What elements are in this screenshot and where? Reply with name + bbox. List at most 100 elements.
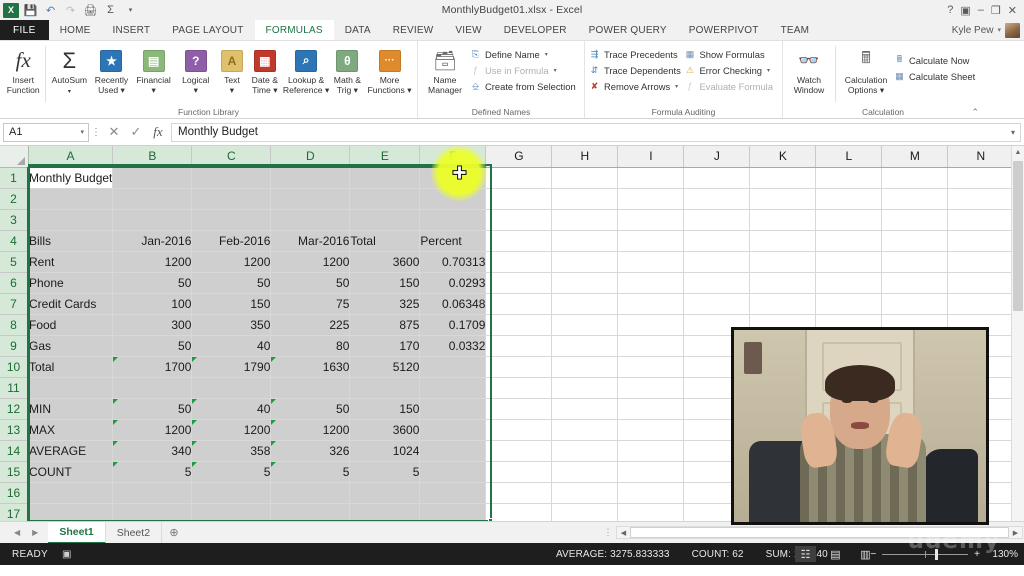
cell-A16[interactable] — [28, 482, 114, 504]
stat-count[interactable]: COUNT: 62 — [692, 549, 744, 560]
cell-B10[interactable]: 1700 — [112, 356, 193, 378]
cell-I7[interactable] — [617, 293, 685, 315]
cell-D6[interactable]: 50 — [270, 272, 351, 294]
cell-G16[interactable] — [485, 482, 553, 504]
remove-arrows-caret-icon[interactable]: ▾ — [675, 83, 678, 90]
calculation-options-button[interactable]: 🖩 Calculation Options ▾ — [839, 44, 893, 95]
cell-C5[interactable]: 1200 — [191, 251, 272, 273]
cell-F2[interactable] — [419, 188, 487, 210]
calculate-now-button[interactable]: 🖩 Calculate Now — [893, 52, 975, 68]
error-checking-caret-icon[interactable]: ▾ — [767, 67, 770, 74]
cell-F1[interactable] — [419, 167, 487, 189]
cell-H15[interactable] — [551, 461, 619, 483]
cell-I3[interactable] — [617, 209, 685, 231]
error-checking-button[interactable]: ⚠ Error Checking ▾ — [684, 62, 780, 78]
cell-G8[interactable] — [485, 314, 553, 336]
cell-G11[interactable] — [485, 377, 553, 399]
cell-C14[interactable]: 358 — [191, 440, 272, 462]
cell-A4[interactable]: Bills — [28, 230, 114, 252]
col-header-C[interactable]: C — [191, 146, 272, 168]
tab-team[interactable]: TEAM — [770, 20, 821, 40]
show-formulas-button[interactable]: ▦ Show Formulas — [684, 46, 780, 62]
zoom-slider[interactable] — [882, 548, 969, 560]
normal-view-icon[interactable]: ☷ — [795, 546, 816, 562]
cell-I11[interactable] — [617, 377, 685, 399]
cell-I4[interactable] — [617, 230, 685, 252]
cell-L6[interactable] — [815, 272, 883, 294]
cell-D11[interactable] — [270, 377, 351, 399]
cell-M5[interactable] — [881, 251, 949, 273]
use-in-formula-button[interactable]: ƒ Use in Formula ▾ — [469, 62, 576, 78]
cell-C3[interactable] — [191, 209, 272, 231]
cell-H11[interactable] — [551, 377, 619, 399]
cell-F6[interactable]: 0.0293 — [419, 272, 487, 294]
cell-B9[interactable]: 50 — [112, 335, 193, 357]
cell-D8[interactable]: 225 — [270, 314, 351, 336]
cell-K5[interactable] — [749, 251, 817, 273]
zoom-level[interactable]: 130% — [986, 549, 1018, 560]
cell-J1[interactable] — [683, 167, 751, 189]
help-icon[interactable]: ? — [947, 4, 953, 16]
cell-A5[interactable]: Rent — [28, 251, 114, 273]
cell-I2[interactable] — [617, 188, 685, 210]
hscroll-right-icon[interactable]: ▶ — [1009, 529, 1022, 537]
row-header-7[interactable]: 7 — [0, 293, 29, 315]
cell-G5[interactable] — [485, 251, 553, 273]
formula-input[interactable]: Monthly Budget — [171, 122, 1006, 142]
cell-A3[interactable] — [28, 209, 114, 231]
cell-J2[interactable] — [683, 188, 751, 210]
cell-A15[interactable]: COUNT — [28, 461, 114, 483]
cell-G12[interactable] — [485, 398, 553, 420]
cell-L7[interactable] — [815, 293, 883, 315]
row-header-4[interactable]: 4 — [0, 230, 29, 252]
cell-D13[interactable]: 1200 — [270, 419, 351, 441]
cell-E8[interactable]: 875 — [349, 314, 421, 336]
zoom-out-icon[interactable]: − — [870, 549, 876, 560]
cell-A9[interactable]: Gas — [28, 335, 114, 357]
cell-D10[interactable]: 1630 — [270, 356, 351, 378]
horizontal-scrollbar[interactable]: ◀ ▶ — [616, 526, 1023, 539]
name-box[interactable]: A1 ▾ — [3, 122, 89, 142]
cell-H5[interactable] — [551, 251, 619, 273]
cell-D15[interactable]: 5 — [270, 461, 351, 483]
col-header-M[interactable]: M — [881, 146, 949, 168]
recently-used-button[interactable]: ★ Recently Used ▾ — [90, 44, 132, 95]
scroll-up-icon[interactable]: ▲ — [1012, 146, 1024, 160]
text-button[interactable]: A Text ▾ — [217, 44, 247, 95]
cell-E11[interactable] — [349, 377, 421, 399]
cell-L2[interactable] — [815, 188, 883, 210]
cell-C4[interactable]: Feb-2016 — [191, 230, 272, 252]
cell-M2[interactable] — [881, 188, 949, 210]
cell-H8[interactable] — [551, 314, 619, 336]
row-header-2[interactable]: 2 — [0, 188, 29, 210]
tab-formulas[interactable]: FORMULAS — [254, 20, 334, 40]
cell-F8[interactable]: 0.1709 — [419, 314, 487, 336]
cancel-entry-icon[interactable]: ✕ — [103, 124, 125, 140]
tab-page-layout[interactable]: PAGE LAYOUT — [161, 20, 254, 40]
cell-G7[interactable] — [485, 293, 553, 315]
cell-J7[interactable] — [683, 293, 751, 315]
cell-K2[interactable] — [749, 188, 817, 210]
cell-K7[interactable] — [749, 293, 817, 315]
cell-G2[interactable] — [485, 188, 553, 210]
cell-A10[interactable]: Total — [28, 356, 114, 378]
remove-arrows-button[interactable]: ✘ Remove Arrows ▾ — [588, 78, 684, 94]
cell-H14[interactable] — [551, 440, 619, 462]
cell-H6[interactable] — [551, 272, 619, 294]
cell-E13[interactable]: 3600 — [349, 419, 421, 441]
cell-B2[interactable] — [112, 188, 193, 210]
row-header-14[interactable]: 14 — [0, 440, 29, 462]
trace-precedents-button[interactable]: ⇶ Trace Precedents — [588, 46, 684, 62]
row-header-6[interactable]: 6 — [0, 272, 29, 294]
cell-B12[interactable]: 50 — [112, 398, 193, 420]
cell-B13[interactable]: 1200 — [112, 419, 193, 441]
vertical-scrollbar[interactable]: ▲ — [1011, 146, 1024, 521]
cell-H4[interactable] — [551, 230, 619, 252]
cell-C15[interactable]: 5 — [191, 461, 272, 483]
tab-data[interactable]: DATA — [334, 20, 382, 40]
page-layout-view-icon[interactable]: ▤ — [825, 546, 846, 562]
cell-F3[interactable] — [419, 209, 487, 231]
cell-H1[interactable] — [551, 167, 619, 189]
cell-C1[interactable] — [191, 167, 272, 189]
cell-I12[interactable] — [617, 398, 685, 420]
